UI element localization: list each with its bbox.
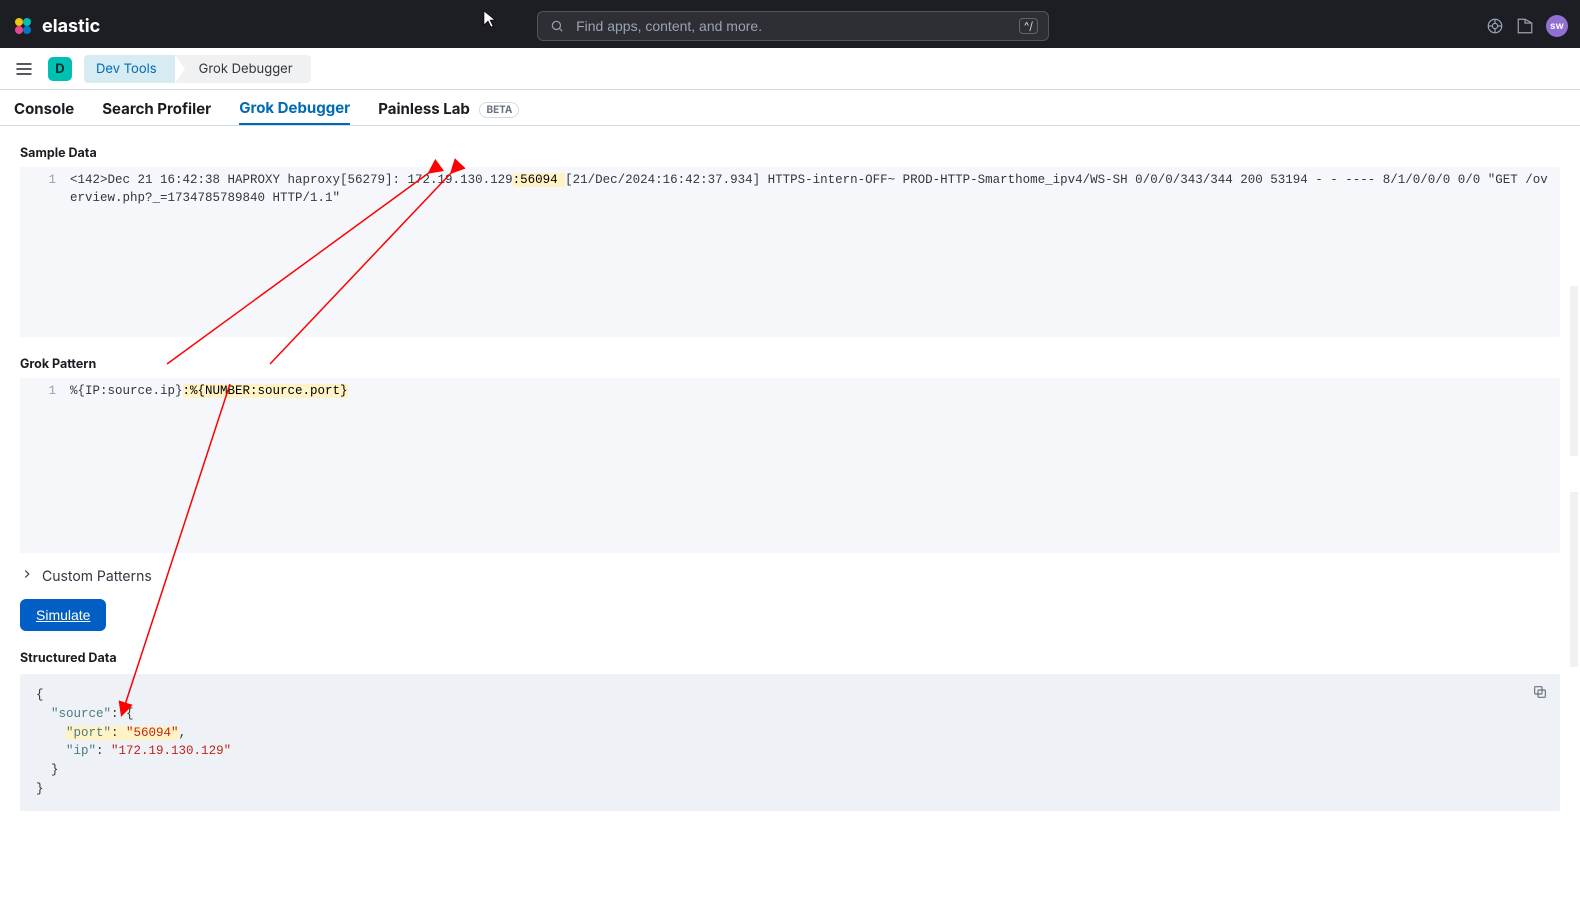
custom-patterns-label: Custom Patterns — [42, 568, 152, 585]
sample-data-content[interactable]: <142>Dec 21 16:42:38 HAPROXY haproxy[562… — [64, 167, 1560, 337]
grok-pattern-editor[interactable]: 1 %{IP:source.ip}:%{NUMBER:source.port} — [20, 378, 1560, 553]
breadcrumb-row: D Dev Tools Grok Debugger — [0, 48, 1580, 90]
label-structured-data: Structured Data — [20, 651, 1560, 666]
label-sample-data: Sample Data — [20, 146, 1560, 161]
help-icon[interactable] — [1486, 17, 1504, 35]
simulate-button[interactable]: Simulate — [20, 599, 106, 631]
breadcrumb-grok[interactable]: Grok Debugger — [175, 55, 311, 83]
tabs: Console Search Profiler Grok Debugger Pa… — [0, 90, 1580, 126]
json-key-ip: "ip" — [66, 744, 96, 758]
copy-icon[interactable] — [1532, 684, 1548, 707]
sample-data-editor[interactable]: 1 <142>Dec 21 16:42:38 HAPROXY haproxy[5… — [20, 167, 1560, 337]
pattern-highlight: :%{NUMBER:source.port} — [183, 384, 348, 398]
tab-grok-debugger[interactable]: Grok Debugger — [239, 90, 350, 125]
structured-data-panel: { "source": { "port": "56094", "ip": "17… — [20, 674, 1560, 811]
tab-search-profiler[interactable]: Search Profiler — [102, 91, 211, 124]
newsfeed-icon[interactable] — [1516, 17, 1534, 35]
sample-highlight: :56094 — [513, 173, 566, 187]
brand-name[interactable]: elastic — [42, 16, 100, 37]
grok-pattern-content[interactable]: %{IP:source.ip}:%{NUMBER:source.port} — [64, 378, 1560, 553]
nav-toggle-icon[interactable] — [12, 57, 36, 81]
search-input[interactable] — [574, 17, 1011, 35]
user-avatar[interactable]: sw — [1546, 15, 1568, 37]
custom-patterns-toggle[interactable]: Custom Patterns — [20, 567, 1560, 585]
top-header: elastic ^/ sw — [0, 0, 1580, 48]
space-badge[interactable]: D — [48, 57, 72, 81]
pattern-pre: %{IP:source.ip} — [70, 384, 183, 398]
chevron-right-icon — [20, 567, 34, 585]
sample-pre: <142>Dec 21 16:42:38 HAPROXY haproxy[562… — [70, 173, 513, 187]
breadcrumb: Dev Tools Grok Debugger — [84, 55, 311, 83]
tab-painless-lab[interactable]: Painless Lab BETA — [378, 91, 519, 124]
json-val-ip: "172.19.130.129" — [111, 744, 231, 758]
tab-console[interactable]: Console — [14, 91, 74, 124]
structured-port-highlight: "port": "56094" — [66, 726, 179, 740]
editor-gutter: 1 — [20, 378, 64, 553]
search-icon — [548, 17, 566, 35]
elastic-logo-icon — [12, 15, 34, 37]
global-search[interactable]: ^/ — [537, 11, 1049, 41]
tab-painless-label: Painless Lab — [378, 99, 470, 118]
search-shortcut: ^/ — [1019, 18, 1038, 34]
pattern-scrollbar[interactable] — [1570, 492, 1578, 667]
sample-scrollbar[interactable] — [1570, 286, 1578, 456]
label-grok-pattern: Grok Pattern — [20, 357, 1560, 372]
json-key-source: "source" — [51, 707, 111, 721]
editor-gutter: 1 — [20, 167, 64, 337]
breadcrumb-devtools[interactable]: Dev Tools — [84, 55, 175, 83]
beta-badge: BETA — [479, 102, 519, 118]
